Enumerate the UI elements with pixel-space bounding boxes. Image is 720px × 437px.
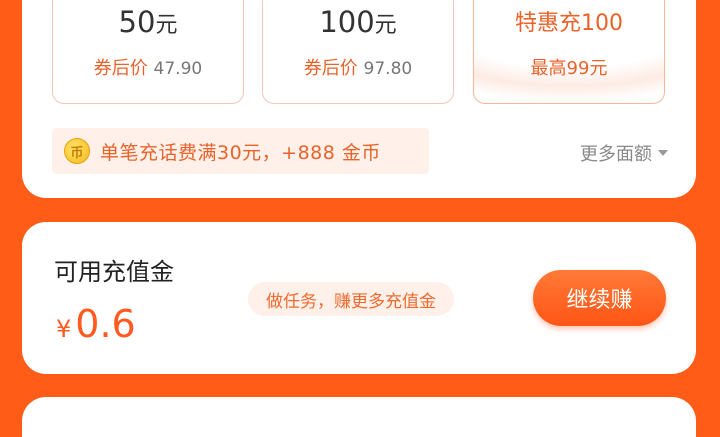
recharge-option-special[interactable]: 特惠充100 最高99元 [473, 0, 665, 104]
special-title: 特惠充100 [515, 11, 623, 36]
option-coupon-price: 97.80 [363, 59, 413, 79]
option-unit: 元 [155, 13, 178, 38]
recharge-option-100[interactable]: 100元 券后价 97.80 [262, 0, 454, 104]
option-coupon-label: 券后价 [93, 58, 148, 79]
balance-amount: 0.6 [75, 302, 136, 346]
promo-text: 单笔充话费满30元，+888 金币 [100, 141, 381, 164]
task-hint-pill[interactable]: 做任务，赚更多充值金 [248, 282, 454, 316]
continue-earn-button[interactable]: 继续赚 [533, 270, 666, 326]
balance-label: 可用充值金 [54, 258, 174, 286]
coin-icon: 币 [64, 138, 90, 164]
option-coupon-label: 券后价 [303, 58, 358, 79]
special-subtitle: 最高99元 [530, 58, 608, 79]
option-unit: 元 [374, 13, 397, 38]
more-denominations-link[interactable]: 更多面额 [580, 140, 668, 166]
task-hint-label: 做任务，赚更多充值金 [266, 291, 436, 312]
option-amount: 50 [118, 5, 156, 39]
caret-down-icon [658, 150, 668, 156]
promo-banner: 币 单笔充话费满30元，+888 金币 [52, 128, 429, 174]
recharge-option-50[interactable]: 50元 券后价 47.90 [52, 0, 244, 104]
next-card [22, 397, 696, 437]
more-label: 更多面额 [580, 144, 652, 165]
option-amount: 100 [319, 5, 375, 39]
balance-value: ¥0.6 [56, 302, 136, 346]
option-coupon-price: 47.90 [153, 59, 203, 79]
currency-symbol: ¥ [56, 315, 72, 343]
